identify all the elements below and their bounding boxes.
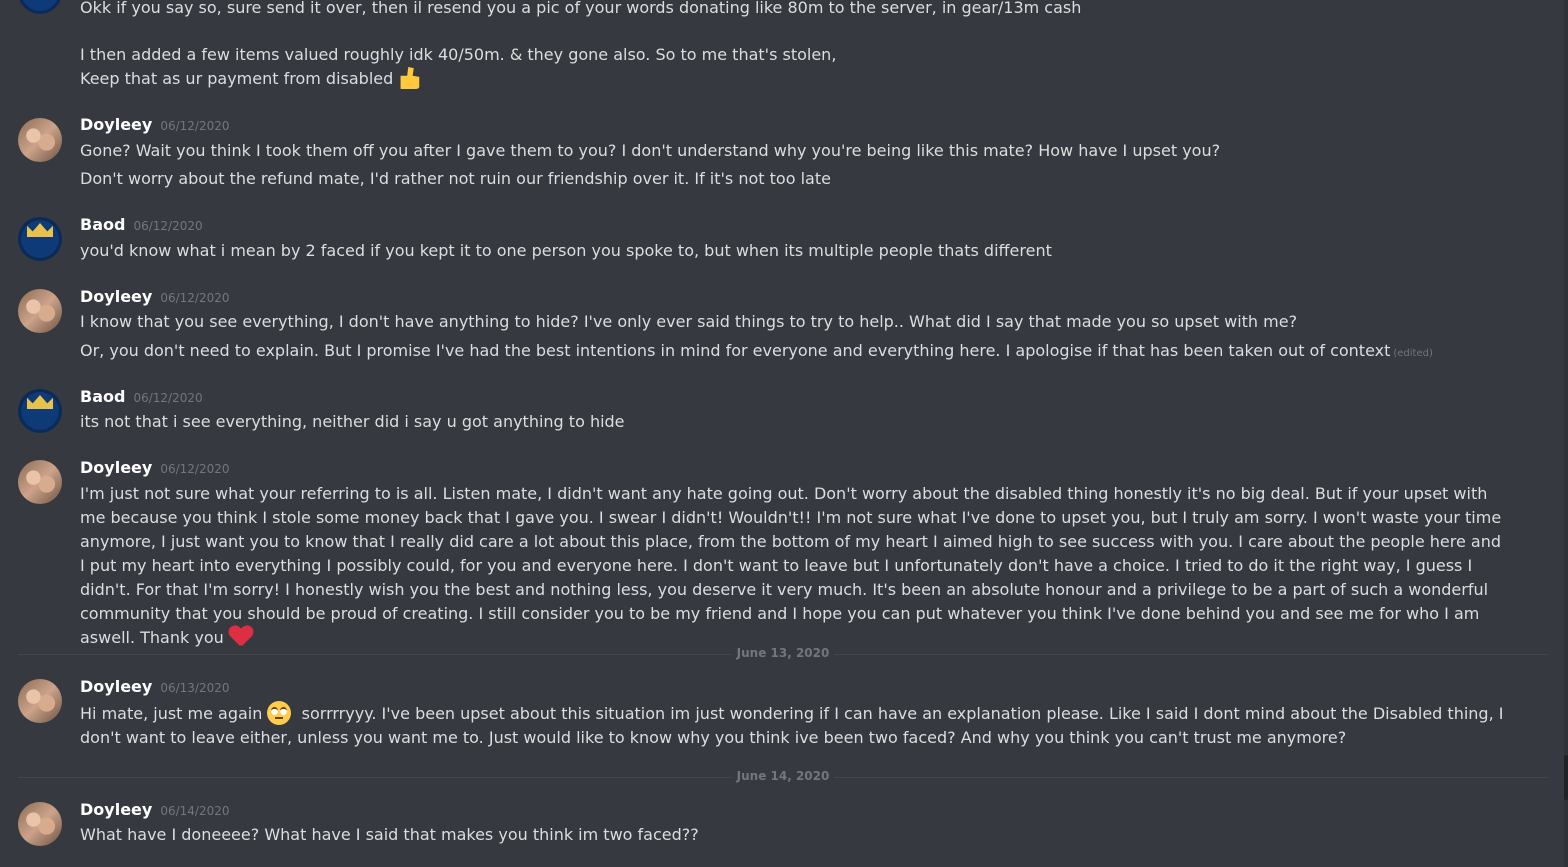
message-text: I'm just not sure what your referring to… bbox=[80, 484, 1502, 647]
message-text: I know that you see everything, I don't … bbox=[80, 312, 1298, 331]
message-header: Doyleey 06/12/2020 bbox=[80, 115, 230, 134]
message-line: I'm just not sure what your referring to… bbox=[80, 482, 1510, 650]
message-text: sorrrryyy. I've been upset about this si… bbox=[80, 704, 1504, 747]
avatar[interactable] bbox=[18, 389, 62, 433]
chat-messages-pane[interactable]: Okk if you say so, sure send it over, th… bbox=[0, 0, 1568, 867]
message-line: Hi mate, just me again sorrrryyy. I've b… bbox=[80, 701, 1510, 750]
message-line: Or, you don't need to explain. But I pro… bbox=[80, 339, 1510, 366]
message-text: Don't worry about the refund mate, I'd r… bbox=[80, 169, 831, 188]
message-text: I then added a few items valued roughly … bbox=[80, 45, 837, 64]
avatar[interactable] bbox=[18, 217, 62, 261]
message-text: you'd know what i mean by 2 faced if you… bbox=[80, 241, 1052, 260]
timestamp: 06/12/2020 bbox=[160, 119, 230, 133]
message-text: Gone? Wait you think I took them off you… bbox=[80, 141, 1221, 160]
timestamp: 06/14/2020 bbox=[160, 804, 230, 818]
date-divider-label: June 13, 2020 bbox=[732, 646, 834, 660]
username[interactable]: Baod bbox=[80, 215, 125, 234]
timestamp: 06/12/2020 bbox=[160, 291, 230, 305]
crown-icon bbox=[27, 395, 53, 409]
avatar[interactable] bbox=[18, 289, 62, 333]
date-divider: June 13, 2020 bbox=[18, 646, 1548, 660]
message-header: Doyleey 06/12/2020 bbox=[80, 458, 230, 477]
avatar[interactable] bbox=[18, 118, 62, 162]
message-text: What have I doneeee? What have I said th… bbox=[80, 825, 699, 844]
message-text: Okk if you say so, sure send it over, th… bbox=[80, 0, 1082, 17]
message-text: Or, you don't need to explain. But I pro… bbox=[80, 341, 1391, 360]
username[interactable]: Doyleey bbox=[80, 800, 152, 819]
heart-icon bbox=[229, 626, 253, 648]
username[interactable]: Doyleey bbox=[80, 458, 152, 477]
timestamp: 06/12/2020 bbox=[133, 391, 203, 405]
message-header: Doyleey 06/12/2020 bbox=[80, 287, 230, 306]
username[interactable]: Doyleey bbox=[80, 677, 152, 696]
avatar[interactable] bbox=[18, 0, 62, 14]
message-text: Keep that as ur payment from disabled bbox=[80, 69, 394, 88]
timestamp: 06/13/2020 bbox=[160, 681, 230, 695]
avatar[interactable] bbox=[18, 679, 62, 723]
username[interactable]: Doyleey bbox=[80, 287, 152, 306]
avatar[interactable] bbox=[18, 802, 62, 846]
timestamp: 06/12/2020 bbox=[133, 219, 203, 233]
crown-icon bbox=[27, 223, 53, 237]
avatar[interactable] bbox=[18, 460, 62, 504]
message-header: Baod 06/12/2020 bbox=[80, 387, 203, 406]
message-line: Keep that as ur payment from disabled bbox=[80, 67, 1510, 91]
date-divider: June 14, 2020 bbox=[18, 769, 1548, 783]
scrollbar-track[interactable] bbox=[1564, 0, 1568, 867]
rolling-eyes-icon bbox=[267, 701, 292, 725]
scrollbar-thumb[interactable] bbox=[1564, 755, 1568, 800]
date-divider-label: June 14, 2020 bbox=[732, 769, 834, 783]
edited-label: (edited) bbox=[1393, 348, 1433, 359]
message-header: Baod 06/12/2020 bbox=[80, 215, 203, 234]
thumbs-up-icon bbox=[400, 67, 420, 89]
message-header: Doyleey 06/14/2020 bbox=[80, 800, 230, 819]
username[interactable]: Doyleey bbox=[80, 115, 152, 134]
message-text: Hi mate, just me again bbox=[80, 704, 263, 723]
message-text: its not that i see everything, neither d… bbox=[80, 412, 625, 431]
username[interactable]: Baod bbox=[80, 387, 125, 406]
timestamp: 06/12/2020 bbox=[160, 462, 230, 476]
message-header: Doyleey 06/13/2020 bbox=[80, 677, 230, 696]
